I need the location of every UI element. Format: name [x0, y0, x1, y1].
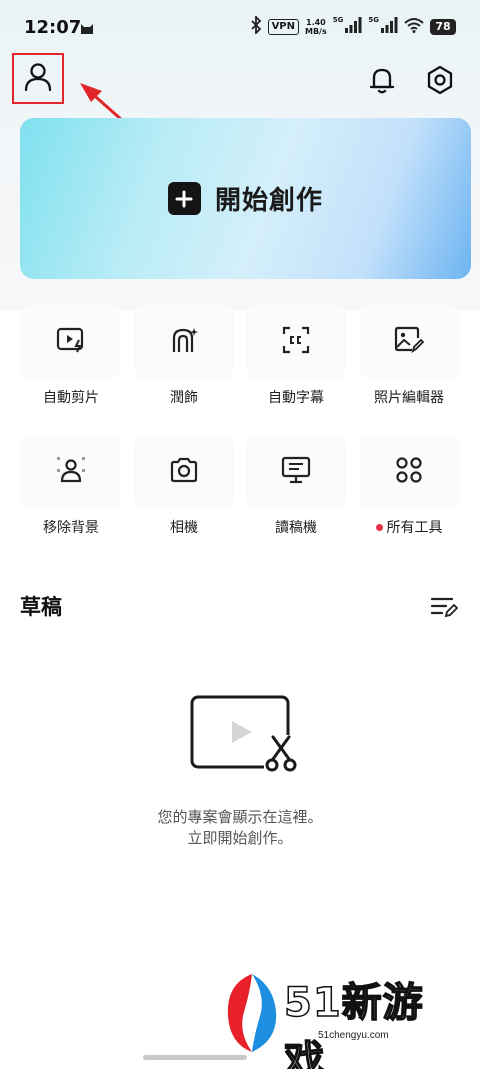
battery-indicator: 78 [430, 19, 456, 35]
bell-icon [368, 65, 396, 99]
cat-notification-icon [80, 20, 94, 39]
network-speed-value: 1.40 [306, 18, 326, 27]
status-bar: 12:07 VPN 1.40 MB/s 5G 5G 78 [0, 0, 480, 56]
auto-cut-icon [56, 327, 86, 357]
remove-background-icon [56, 456, 86, 488]
empty-drafts-text-line2: 立即開始創作。 [187, 829, 293, 847]
start-creating-label: 開始創作 [214, 186, 323, 216]
plus-icon [167, 182, 201, 215]
tool-tile [246, 435, 346, 509]
tool-photo-editor[interactable]: 照片編輯器 [359, 305, 459, 423]
status-time: 12:07 [24, 17, 82, 38]
empty-drafts-illustration [188, 693, 300, 773]
tool-label: 所有工具 [386, 520, 443, 536]
tool-teleprompter[interactable]: 讀稿機 [246, 435, 346, 553]
tool-label-with-badge: 所有工具 [375, 517, 443, 537]
profile-button[interactable] [12, 53, 64, 104]
list-edit-icon [429, 597, 459, 624]
tool-auto-captions[interactable]: 自動字幕 [246, 305, 346, 423]
teleprompter-icon [281, 456, 311, 488]
signal-icon [344, 17, 362, 37]
settings-button[interactable] [422, 64, 458, 100]
tool-tile [246, 305, 346, 379]
tool-label: 自動字幕 [268, 390, 324, 406]
retouch-icon [169, 326, 199, 358]
watermark-logo [227, 974, 277, 1052]
tool-label: 移除背景 [43, 520, 99, 536]
tool-label: 自動剪片 [43, 390, 99, 406]
watermark: 51新游戏 51chengyu.com [218, 966, 458, 1069]
network-speed: 1.40 MB/s [305, 18, 327, 36]
sim1-network-type: 5G [332, 16, 344, 24]
tool-retouch[interactable]: 潤飾 [134, 305, 234, 423]
tool-label: 相機 [170, 520, 198, 536]
tool-camera[interactable]: 相機 [134, 435, 234, 553]
network-speed-unit: MB/s [305, 27, 327, 36]
status-icons: VPN 1.40 MB/s 5G 5G 78 [250, 14, 456, 38]
tool-all-tools[interactable]: 所有工具 [359, 435, 459, 553]
new-badge-dot [375, 523, 383, 531]
camera-icon [169, 457, 199, 487]
watermark-text: 51新游戏 [283, 979, 424, 1069]
tool-tile [21, 305, 121, 379]
tool-label: 讀稿機 [275, 520, 317, 536]
vpn-badge: VPN [267, 19, 299, 35]
empty-drafts-text-line1: 您的專案會顯示在這裡。 [157, 808, 323, 826]
tool-tile [134, 435, 234, 509]
tool-tile [134, 305, 234, 379]
wifi-icon [404, 17, 424, 37]
signal-icon [380, 17, 398, 37]
bluetooth-icon [250, 14, 262, 38]
tool-tile [359, 435, 459, 509]
tool-label: 照片編輯器 [374, 390, 444, 406]
tool-label: 潤飾 [170, 390, 198, 406]
auto-captions-icon [282, 326, 310, 358]
all-tools-icon [395, 456, 423, 488]
tool-remove-background[interactable]: 移除背景 [21, 435, 121, 553]
person-icon [24, 62, 52, 96]
drafts-manage-button[interactable] [429, 594, 459, 620]
gear-icon [425, 65, 455, 99]
tool-auto-cut[interactable]: 自動剪片 [21, 305, 121, 423]
drafts-title: 草稿 [20, 595, 62, 619]
notifications-button[interactable] [364, 64, 400, 100]
tool-tile [21, 435, 121, 509]
sim2-network-type: 5G [368, 16, 379, 24]
photo-editor-icon [394, 326, 425, 358]
tool-tile [359, 305, 459, 379]
start-creating-card[interactable]: 開始創作 [20, 118, 471, 279]
watermark-url: 51chengyu.com [318, 1030, 389, 1041]
